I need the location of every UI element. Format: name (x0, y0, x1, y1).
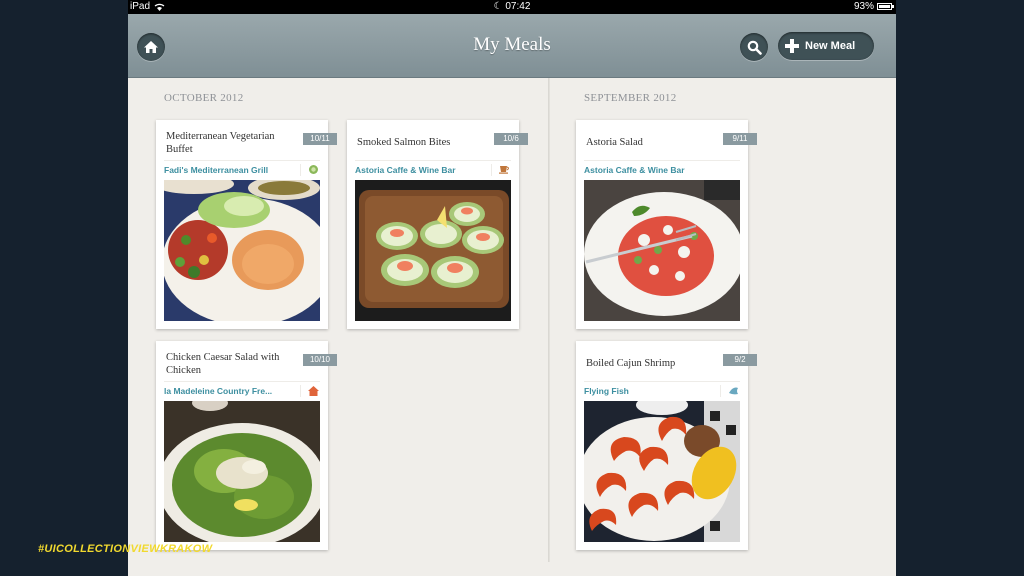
status-right: 93% (853, 1, 894, 12)
restaurant-row[interactable]: Flying Fish (584, 381, 740, 399)
section-header-september: SEPTEMBER 2012 (584, 92, 677, 104)
meal-title: Mediterranean Vegetarian Buffet (166, 131, 275, 155)
meal-card[interactable]: Chicken Caesar Salad with Chicken 10/10 … (156, 341, 337, 550)
date-badge: 10/11 (303, 133, 337, 145)
date-badge: 9/11 (723, 133, 757, 145)
battery-percent: 93% (853, 1, 874, 12)
meal-title: Chicken Caesar Salad with Chicken (166, 352, 280, 376)
restaurant-name[interactable]: Astoria Caffe & Wine Bar (584, 165, 685, 175)
meal-photo-cajun-shrimp (584, 401, 740, 542)
search-button[interactable] (740, 33, 768, 61)
coffee-cup-icon (491, 163, 511, 176)
moon-icon: ☾ (493, 1, 503, 12)
date-badge: 10/10 (303, 354, 337, 366)
new-meal-label: New Meal (805, 40, 856, 52)
date-badge: 10/6 (494, 133, 528, 145)
new-meal-button[interactable]: New Meal (778, 32, 874, 60)
meal-photo-astoria-salad (584, 180, 740, 321)
meal-photo-salmon (355, 180, 511, 321)
plate-icon (300, 163, 320, 176)
search-icon (747, 40, 762, 55)
restaurant-row[interactable]: Astoria Caffe & Wine Bar (584, 160, 740, 178)
restaurant-name[interactable]: la Madeleine Country Fre... (164, 386, 272, 396)
meal-card[interactable]: Mediterranean Vegetarian Buffet 10/11 Fa… (156, 120, 337, 329)
meal-card[interactable]: Smoked Salmon Bites 10/6 Astoria Caffe &… (347, 120, 528, 329)
navigation-bar: My Meals New Meal (128, 14, 896, 78)
section-divider (548, 78, 550, 562)
status-bar: iPad ☾ 07:42 93% (128, 0, 896, 14)
meal-card[interactable]: Boiled Cajun Shrimp 9/2 Flying Fish (576, 341, 757, 550)
fish-icon (720, 384, 740, 397)
plus-icon (785, 39, 799, 53)
restaurant-name[interactable]: Astoria Caffe & Wine Bar (355, 165, 456, 175)
restaurant-name[interactable]: Fadi's Mediterranean Grill (164, 165, 268, 175)
app-window: My Meals New Meal OCTOBER 2012 SEPTEMBER… (128, 14, 896, 576)
meal-title: Boiled Cajun Shrimp (586, 358, 676, 369)
date-badge: 9/2 (723, 354, 757, 366)
meal-photo-mediterranean (164, 180, 320, 321)
restaurant-row[interactable]: Astoria Caffe & Wine Bar (355, 160, 511, 178)
restaurant-name[interactable]: Flying Fish (584, 386, 629, 396)
meal-title: Astoria Salad (586, 137, 643, 148)
restaurant-row[interactable]: Fadi's Mediterranean Grill (164, 160, 320, 178)
restaurant-row[interactable]: la Madeleine Country Fre... (164, 381, 320, 399)
battery-icon (877, 3, 894, 10)
meal-card[interactable]: Astoria Salad 9/11 Astoria Caffe & Wine … (576, 120, 757, 329)
status-center: ☾ 07:42 (128, 1, 896, 12)
meal-photo-caesar (164, 401, 320, 542)
section-header-october: OCTOBER 2012 (164, 92, 244, 104)
meals-collection[interactable]: OCTOBER 2012 SEPTEMBER 2012 Mediterranea… (128, 78, 896, 562)
house-icon (300, 384, 320, 397)
meal-title: Smoked Salmon Bites (357, 137, 451, 148)
watermark-hashtag: #UICOLLECTIONVIEWKRAKOW (38, 543, 213, 555)
clock: 07:42 (505, 1, 531, 12)
